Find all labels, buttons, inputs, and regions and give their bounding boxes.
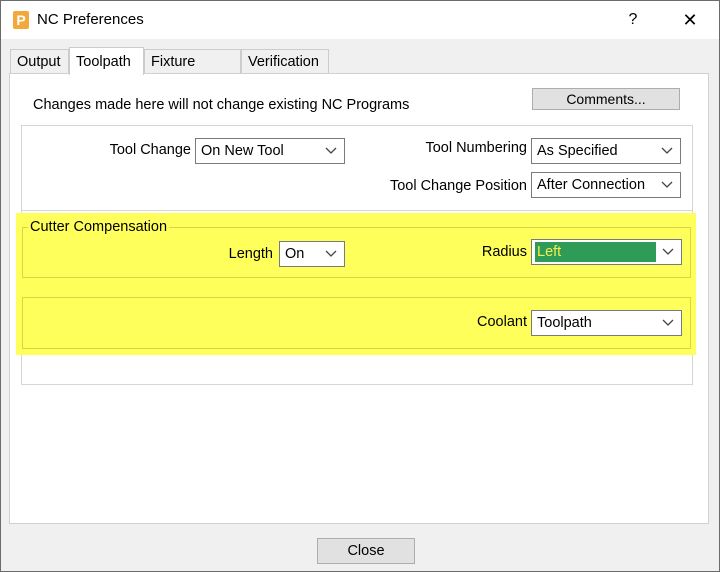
length-dropdown[interactable]: On xyxy=(279,241,345,267)
chevron-down-icon xyxy=(324,139,338,163)
coolant-dropdown[interactable]: Toolpath xyxy=(531,310,682,336)
app-icon: P xyxy=(13,11,29,29)
tab-fixture-offset[interactable]: Fixture offset xyxy=(144,49,241,94)
info-text: Changes made here will not change existi… xyxy=(33,97,410,113)
tab-output[interactable]: Output xyxy=(10,49,69,73)
close-button[interactable]: Close xyxy=(317,538,415,564)
tool-change-dropdown[interactable]: On New Tool xyxy=(195,138,345,164)
tool-numbering-value: As Specified xyxy=(537,143,618,159)
cutter-compensation-title: Cutter Compensation xyxy=(28,219,170,235)
coolant-value: Toolpath xyxy=(537,315,592,331)
comments-button[interactable]: Comments... xyxy=(532,88,680,110)
close-window-button[interactable]: ✕ xyxy=(677,9,703,31)
radius-label: Radius xyxy=(481,244,527,260)
chevron-down-icon xyxy=(660,139,674,163)
radius-value: Left xyxy=(535,242,656,262)
chevron-down-icon xyxy=(661,311,675,335)
tool-change-value: On New Tool xyxy=(201,143,284,159)
tool-numbering-dropdown[interactable]: As Specified xyxy=(531,138,681,164)
help-button[interactable]: ? xyxy=(621,9,645,31)
tool-change-label: Tool Change xyxy=(109,142,191,158)
tool-numbering-label: Tool Numbering xyxy=(425,140,527,156)
radius-dropdown[interactable]: Left xyxy=(531,239,682,265)
title-bar: P NC Preferences ? ✕ xyxy=(1,1,719,39)
length-label: Length xyxy=(228,246,273,262)
tool-change-position-value: After Connection xyxy=(537,177,646,193)
tool-change-position-label: Tool Change Position xyxy=(389,178,527,194)
chevron-down-icon xyxy=(661,240,675,264)
window-title: NC Preferences xyxy=(37,11,144,28)
tab-verification[interactable]: Verification xyxy=(241,49,329,73)
chevron-down-icon xyxy=(660,173,674,197)
group-separator xyxy=(22,210,692,211)
coolant-label: Coolant xyxy=(477,314,527,330)
length-value: On xyxy=(285,246,305,262)
tab-toolpath[interactable]: Toolpath xyxy=(69,47,144,75)
tool-change-position-dropdown[interactable]: After Connection xyxy=(531,172,681,198)
chevron-down-icon xyxy=(324,242,338,266)
